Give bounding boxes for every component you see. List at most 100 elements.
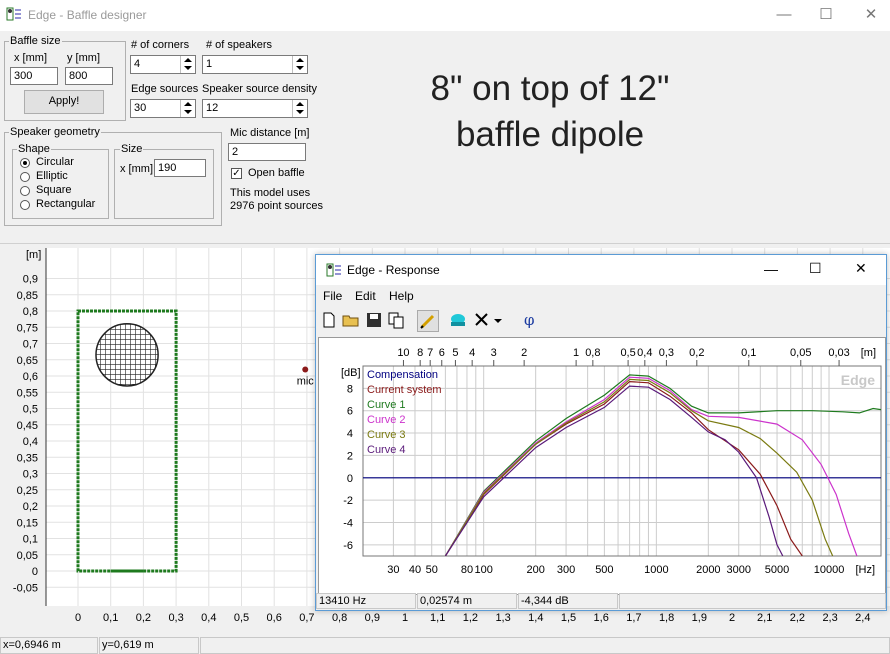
baffle-y-label: y [mm] (67, 52, 100, 64)
legend-entry: Curve 2 (367, 414, 406, 426)
copy-icon[interactable] (386, 310, 406, 330)
corners-spin-arrows[interactable] (180, 56, 195, 73)
open-baffle-checkbox[interactable]: ✓ (231, 168, 242, 179)
shape-elliptic-label: Elliptic (36, 170, 68, 182)
baffle-y-input[interactable]: 800 (65, 67, 113, 85)
speaker-geometry-label: Speaker geometry (9, 126, 101, 138)
plot-x-tick: 0,9 (365, 612, 380, 624)
response-minimize-button[interactable]: — (764, 261, 778, 277)
response-top-tick: 0,1 (741, 347, 756, 359)
legend-entry: Compensation (367, 369, 438, 381)
baffle-x-input[interactable]: 300 (10, 67, 58, 85)
plot-x-tick: 0,1 (103, 612, 118, 624)
plot-x-tick: 1,8 (659, 612, 674, 624)
open-folder-icon[interactable] (341, 310, 361, 330)
window-title: Edge - Baffle designer (28, 8, 147, 22)
response-hz-tick: 10000 (814, 564, 845, 576)
response-hz-tick: 80 (461, 564, 473, 576)
mic-distance-input[interactable]: 2 (228, 143, 306, 161)
legend-entry: Current system (367, 384, 442, 396)
new-file-icon[interactable] (319, 310, 339, 330)
response-top-tick: 0,05 (790, 347, 811, 359)
close-button[interactable]: ✕ (848, 0, 890, 31)
mic-distance-label: Mic distance [m] (230, 127, 310, 139)
density-stepper[interactable]: 12 (202, 99, 308, 118)
status-x: x=0,6946 m (0, 637, 98, 654)
response-hz-tick: 40 (409, 564, 421, 576)
save-icon[interactable] (364, 310, 384, 330)
plot-y-tick: 0,3 (23, 469, 38, 481)
delete-icon[interactable] (472, 310, 492, 330)
model-info-line1: This model uses (230, 187, 311, 199)
plot-x-tick: 0,3 (168, 612, 183, 624)
plot-y-tick: 0,05 (17, 550, 38, 562)
response-graph[interactable]: 8 6 4 2 0 -2 -4 -6 [dB] 30 40 50 80 100 200 300 500 1000 2… (318, 337, 886, 595)
response-titlebar: Edge - Response — ☐ ✕ (316, 255, 886, 285)
edge-sources-spin-arrows[interactable] (180, 100, 195, 117)
title-bar: Edge - Baffle designer — ☐ ✕ (0, 0, 890, 31)
status-y: y=0,619 m (99, 637, 199, 654)
delete-dropdown-chevron-icon[interactable] (492, 310, 504, 330)
plot-y-tick: 0,65 (17, 355, 38, 367)
response-top-tick: 1 (573, 347, 579, 359)
radio-elliptic[interactable] (20, 172, 30, 182)
speaker-circle (95, 323, 159, 387)
maximize-button[interactable]: ☐ (803, 0, 849, 31)
status-empty (200, 637, 890, 654)
response-maximize-button[interactable]: ☐ (809, 260, 822, 277)
plot-unit-label: [m] (26, 249, 41, 261)
response-title: Edge - Response (347, 263, 440, 277)
density-label: Speaker source density (202, 83, 317, 95)
response-top-tick: 0,2 (689, 347, 704, 359)
response-chart[interactable]: 8 6 4 2 0 -2 -4 -6 [dB] 30 40 50 80 100 200 300 500 1000 2… (319, 338, 885, 594)
radio-square[interactable] (20, 186, 30, 196)
response-hz-tick: 500 (595, 564, 613, 576)
response-hz-tick: 3000 (726, 564, 750, 576)
phase-icon[interactable]: φ (519, 310, 539, 330)
menu-file[interactable]: File (323, 289, 342, 303)
response-hz-tick: 30 (387, 564, 399, 576)
pencil-icon[interactable] (417, 310, 439, 332)
plot-x-tick: 1,5 (561, 612, 576, 624)
response-top-tick: 0,8 (585, 347, 600, 359)
svg-text:φ: φ (524, 311, 535, 329)
response-top-tick: 6 (439, 347, 445, 359)
speakers-spin-arrows[interactable] (292, 56, 307, 73)
response-top-tick: 0,4 (637, 347, 652, 359)
radio-rectangular[interactable] (20, 200, 30, 210)
edge-sources-stepper[interactable]: 30 (130, 99, 196, 118)
speaker-icon[interactable] (448, 310, 468, 330)
plot-x-tick: 2,3 (822, 612, 837, 624)
response-window[interactable]: Edge - Response — ☐ ✕ File Edit Help φ 8… (315, 254, 887, 611)
plot-x-tick: 0,4 (201, 612, 216, 624)
baffle-x-label: x [mm] (14, 52, 47, 64)
response-db-unit: [dB] (341, 367, 361, 379)
plot-y-tick: 0,9 (23, 274, 38, 286)
plot-y-tick: 0,4 (23, 436, 38, 448)
apply-button[interactable]: Apply! (24, 90, 104, 114)
shape-label: Shape (17, 143, 51, 155)
series-line-curve-4 (444, 385, 784, 556)
response-close-button[interactable]: ✕ (855, 260, 867, 277)
radio-circular[interactable] (20, 158, 30, 168)
response-db-tick: 8 (347, 383, 353, 395)
size-x-input[interactable]: 190 (154, 159, 206, 177)
minimize-button[interactable]: — (761, 0, 807, 31)
design-note-line2: baffle dipole (455, 115, 645, 154)
plot-y-tick: 0,45 (17, 420, 38, 432)
menu-help[interactable]: Help (389, 289, 414, 303)
speakers-label: # of speakers (206, 39, 273, 51)
corners-stepper[interactable]: 4 (130, 55, 196, 74)
speakers-stepper[interactable]: 1 (202, 55, 308, 74)
series-line-curve-2 (444, 376, 858, 556)
density-spin-arrows[interactable] (292, 100, 307, 117)
response-top-tick: 4 (469, 347, 475, 359)
response-db-tick: -6 (343, 540, 353, 552)
legend-entry: Curve 4 (367, 444, 406, 456)
response-hz-tick: 200 (526, 564, 544, 576)
plot-x-tick: 1,3 (495, 612, 510, 624)
plot-x-tick: 0,7 (299, 612, 314, 624)
response-db-tick: 6 (347, 406, 353, 418)
menu-edit[interactable]: Edit (355, 289, 376, 303)
plot-y-tick: 0,1 (23, 534, 38, 546)
